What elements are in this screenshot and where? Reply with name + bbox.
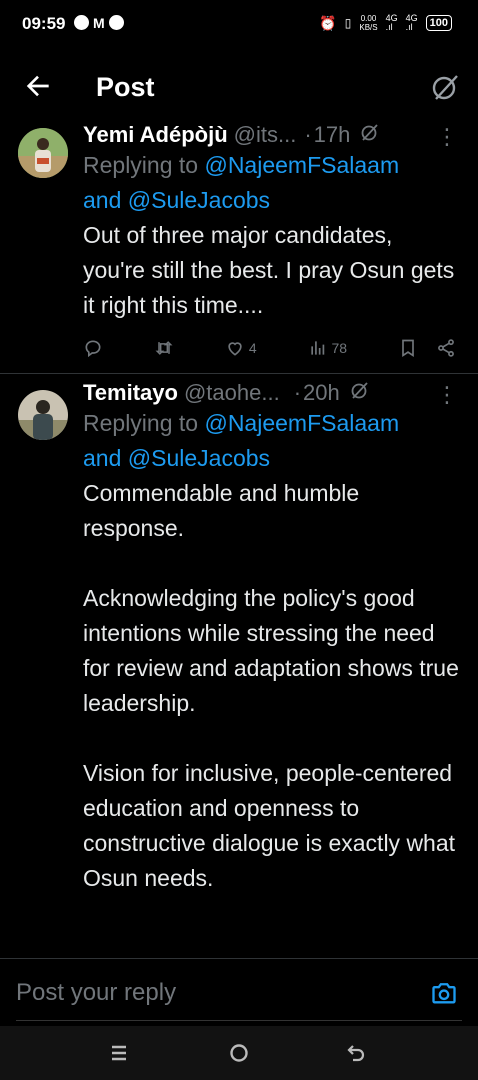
status-right: ⏰ ▯ 0.00 KB/S 4G .ıl 4G .ıl 100 bbox=[319, 14, 452, 32]
tweet-content: Yemi Adépòjù @its... · 17h Replying to @… bbox=[83, 122, 460, 323]
facebook-notification-icon bbox=[108, 15, 124, 30]
home-icon[interactable] bbox=[226, 1040, 252, 1066]
user-handle[interactable]: @its... bbox=[234, 122, 297, 148]
display-name[interactable]: Temitayo bbox=[83, 380, 178, 406]
tweet-actions: 4 78 bbox=[83, 338, 456, 358]
tweet-text: Commendable and humble response. Acknowl… bbox=[83, 480, 459, 891]
bookmark-icon[interactable] bbox=[398, 338, 418, 358]
notification-icons: M bbox=[74, 15, 124, 31]
tweet-meta: Yemi Adépòjù @its... · 17h bbox=[83, 122, 460, 148]
user-handle[interactable]: @taohe... bbox=[184, 380, 280, 406]
views-icon bbox=[310, 341, 324, 355]
retweet-icon bbox=[155, 341, 173, 355]
more-icon[interactable]: ⋮ bbox=[436, 124, 458, 150]
meta-separator: · bbox=[293, 380, 302, 405]
back-nav-icon[interactable] bbox=[344, 1040, 370, 1066]
time-ago[interactable]: 20h bbox=[303, 380, 340, 406]
views-count: 78 bbox=[331, 340, 348, 356]
mention-link[interactable]: @NajeemFSalaam bbox=[204, 410, 399, 436]
back-arrow-icon[interactable] bbox=[22, 70, 54, 102]
reply-composer: Post your reply bbox=[0, 958, 478, 1027]
alarm-icon: ⏰ bbox=[319, 14, 337, 31]
mention-link[interactable]: @NajeemFSalaam bbox=[204, 152, 399, 178]
grok-icon[interactable] bbox=[430, 72, 460, 102]
reply-tweet[interactable]: Temitayo @taohe... · 20h Replying to @Na… bbox=[0, 378, 478, 958]
bookmark-share-group bbox=[398, 338, 456, 358]
gmail-notification-icon: M bbox=[93, 15, 105, 31]
more-icon[interactable]: ⋮ bbox=[436, 382, 458, 408]
tweet-divider bbox=[0, 373, 478, 374]
mention-link[interactable]: @SuleJacobs bbox=[128, 445, 270, 471]
tweet-content: Temitayo @taohe... · 20h Replying to @Na… bbox=[83, 380, 460, 896]
page-title: Post bbox=[96, 72, 155, 102]
reply-tweet[interactable]: Yemi Adépòjù @its... · 17h Replying to @… bbox=[0, 120, 478, 370]
mention-join: and bbox=[83, 187, 122, 213]
reply-prefix: Replying to bbox=[83, 410, 199, 436]
replying-to: Replying to @NajeemFSalaam and @SuleJaco… bbox=[83, 148, 460, 218]
mention-join: and bbox=[83, 445, 122, 471]
signal-2: 4G .ıl bbox=[405, 13, 418, 32]
chat-notification-icon bbox=[74, 15, 89, 30]
system-nav-bar bbox=[0, 1026, 478, 1080]
views-button[interactable]: 78 bbox=[308, 338, 348, 358]
meta-separator: · bbox=[304, 122, 312, 147]
tweet-text: Out of three major candidates, you're st… bbox=[83, 222, 455, 318]
reply-input[interactable]: Post your reply bbox=[16, 979, 176, 1007]
mention-link[interactable]: @SuleJacobs bbox=[128, 187, 270, 213]
battery-indicator: 100 bbox=[425, 15, 452, 31]
net-speed: 0.00 KB/S bbox=[359, 14, 378, 32]
like-icon bbox=[228, 342, 242, 356]
avatar[interactable] bbox=[18, 390, 68, 440]
vibrate-icon: ▯ bbox=[344, 16, 352, 30]
like-button[interactable]: 4 bbox=[225, 338, 257, 358]
status-bar: 09:59 M ⏰ ▯ 0.00 KB/S 4G .ıl 4G .ıl 100 bbox=[0, 0, 478, 52]
replying-to: Replying to @NajeemFSalaam and @SuleJaco… bbox=[83, 406, 460, 476]
status-time: 09:59 bbox=[22, 14, 66, 33]
top-app-bar: Post bbox=[0, 60, 478, 118]
grok-badge-icon bbox=[351, 382, 368, 399]
grok-badge-icon bbox=[361, 124, 379, 141]
reply-prefix: Replying to bbox=[83, 152, 199, 178]
tweet-meta: Temitayo @taohe... · 20h bbox=[83, 380, 460, 406]
reply-button[interactable] bbox=[83, 338, 103, 358]
retweet-button[interactable] bbox=[154, 338, 174, 358]
camera-icon[interactable] bbox=[430, 979, 458, 1007]
reply-icon bbox=[85, 340, 101, 358]
avatar-image bbox=[18, 390, 68, 440]
avatar[interactable] bbox=[18, 128, 68, 178]
display-name[interactable]: Yemi Adépòjù bbox=[83, 122, 228, 148]
avatar-image bbox=[18, 128, 68, 178]
like-count: 4 bbox=[248, 340, 257, 356]
menu-icon[interactable] bbox=[106, 1040, 132, 1066]
time-ago[interactable]: 17h bbox=[314, 122, 351, 148]
share-icon[interactable] bbox=[436, 338, 456, 358]
signal-1: 4G .ıl bbox=[385, 13, 398, 32]
composer-underline bbox=[16, 1020, 462, 1021]
